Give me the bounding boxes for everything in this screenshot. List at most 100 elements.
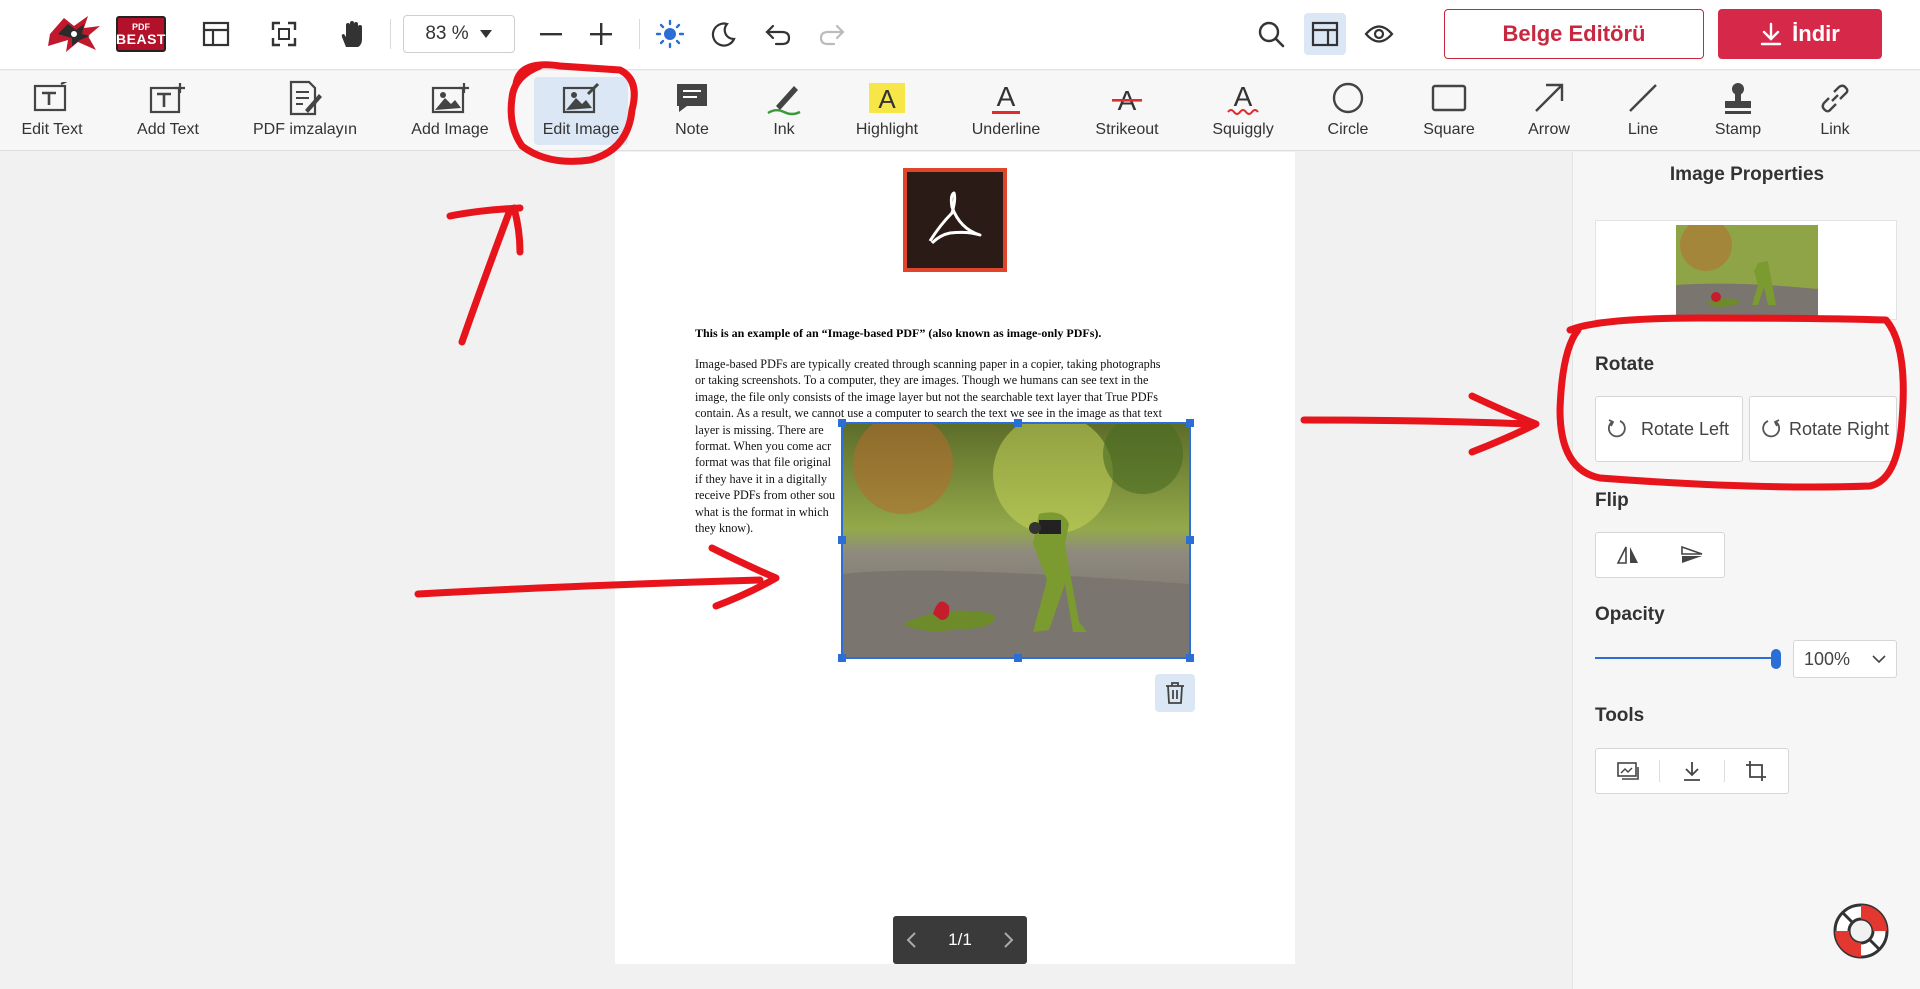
chevron-down-icon xyxy=(479,30,492,38)
tool-edit-text[interactable]: Edit Text xyxy=(16,77,88,145)
acrobat-logo-icon xyxy=(903,168,1007,272)
panel-layout-icon[interactable] xyxy=(1304,13,1346,55)
resize-handle[interactable] xyxy=(838,654,846,662)
rotate-right-button[interactable]: Rotate Right xyxy=(1749,396,1897,462)
tool-note[interactable]: Note xyxy=(668,77,716,145)
light-mode-icon[interactable] xyxy=(652,16,688,52)
tools-section-label: Tools xyxy=(1595,705,1645,726)
redo-icon[interactable] xyxy=(814,16,850,52)
tool-add-text[interactable]: Add Text xyxy=(128,77,208,145)
ink-icon xyxy=(766,77,802,119)
delete-image-button[interactable] xyxy=(1155,674,1195,712)
tool-label: Ink xyxy=(773,121,795,138)
tool-label: Highlight xyxy=(855,121,919,138)
zoom-in-icon[interactable] xyxy=(583,16,619,52)
highlight-icon: A xyxy=(867,77,907,119)
flip-button-group xyxy=(1595,532,1725,578)
tool-label: Note xyxy=(675,121,709,138)
tool-label: Link xyxy=(1820,121,1850,138)
page-indicator: 1/1 xyxy=(948,930,972,949)
divider xyxy=(390,19,391,49)
flip-vertical-icon xyxy=(1681,545,1703,563)
annotation-toolbar: Edit Text Add Text PDF imzalayın Add Ima… xyxy=(0,71,1920,151)
square-icon xyxy=(1431,77,1467,119)
download-button[interactable]: İndir xyxy=(1718,9,1882,59)
frog-photo-image xyxy=(843,414,1189,657)
page-navigator: 1/1 xyxy=(893,916,1027,964)
tool-label: Strikeout xyxy=(1095,121,1159,138)
crop-icon xyxy=(1746,761,1767,781)
selected-image[interactable] xyxy=(838,414,1194,662)
chevron-down-icon xyxy=(1872,655,1886,664)
tool-arrow[interactable]: Arrow xyxy=(1526,77,1572,145)
panel-title: Image Properties xyxy=(1669,164,1825,185)
rotate-left-label: Rotate Left xyxy=(1640,418,1730,439)
image-thumbnail xyxy=(1595,220,1897,320)
body-line: image, the file only consists of the ima… xyxy=(695,389,1159,404)
rotate-right-label: Rotate Right xyxy=(1788,418,1890,439)
eye-icon[interactable] xyxy=(1358,13,1400,55)
tool-squiggly[interactable]: A Squiggly xyxy=(1208,77,1278,145)
zoom-out-icon[interactable] xyxy=(533,16,569,52)
chevron-right-icon[interactable] xyxy=(1003,931,1015,949)
arrow-up-annotation xyxy=(446,204,524,346)
flip-horizontal-button[interactable] xyxy=(1596,533,1660,577)
tool-stamp[interactable]: Stamp xyxy=(1714,77,1762,145)
tool-line[interactable]: Line xyxy=(1624,77,1662,145)
tool-label: Edit Image xyxy=(542,121,620,138)
tool-square[interactable]: Square xyxy=(1420,77,1478,145)
tool-label: Add Image xyxy=(411,121,489,138)
layout-icon[interactable] xyxy=(198,16,234,52)
document-heading: This is an example of an “Image-based PD… xyxy=(695,326,1102,340)
resize-handle[interactable] xyxy=(838,419,846,427)
search-icon[interactable] xyxy=(1250,13,1292,55)
fullscreen-icon[interactable] xyxy=(266,16,302,52)
document-editor-button[interactable]: Belge Editörü xyxy=(1444,9,1704,59)
download-image-button[interactable] xyxy=(1660,749,1723,793)
pdf-page[interactable]: This is an example of an “Image-based PD… xyxy=(615,152,1295,964)
dark-mode-icon[interactable] xyxy=(706,16,742,52)
tool-underline[interactable]: A Underline xyxy=(970,77,1042,145)
resize-handle[interactable] xyxy=(1014,419,1022,427)
help-lifebuoy-icon[interactable] xyxy=(1830,900,1892,962)
add-image-icon xyxy=(431,77,469,119)
rotate-left-button[interactable]: Rotate Left xyxy=(1595,396,1743,462)
resize-handle[interactable] xyxy=(1186,654,1194,662)
resize-handle[interactable] xyxy=(1014,654,1022,662)
body-line: contain. As a result, we cannot use a co… xyxy=(695,406,1163,421)
tool-highlight[interactable]: A Highlight xyxy=(852,77,922,145)
flip-section-label: Flip xyxy=(1595,490,1629,511)
stamp-icon xyxy=(1721,77,1755,119)
flip-horizontal-icon xyxy=(1616,546,1638,564)
tool-label: Squiggly xyxy=(1212,121,1274,138)
circle-icon xyxy=(1331,77,1365,119)
tool-circle[interactable]: Circle xyxy=(1324,77,1372,145)
tool-strikeout[interactable]: A Strikeout xyxy=(1092,77,1162,145)
edit-text-icon xyxy=(33,77,71,119)
resize-handle[interactable] xyxy=(1186,419,1194,427)
tool-ink[interactable]: Ink xyxy=(760,77,808,145)
note-icon xyxy=(675,77,709,119)
undo-icon[interactable] xyxy=(760,16,796,52)
replace-image-button[interactable] xyxy=(1596,749,1659,793)
sign-pdf-icon xyxy=(287,77,323,119)
tool-link[interactable]: Link xyxy=(1816,77,1854,145)
opacity-slider-track[interactable] xyxy=(1595,657,1779,659)
zoom-select[interactable]: 83 % xyxy=(403,15,515,53)
tool-sign-pdf[interactable]: PDF imzalayın xyxy=(250,77,360,145)
zoom-value: 83 % xyxy=(425,23,469,44)
tool-edit-image[interactable]: Edit Image xyxy=(534,77,628,145)
opacity-select[interactable]: 100% xyxy=(1793,640,1897,678)
resize-handle[interactable] xyxy=(838,536,846,544)
line-icon xyxy=(1626,77,1660,119)
arrow-right-annotation-upper xyxy=(1300,392,1540,456)
hand-pan-icon[interactable] xyxy=(334,16,370,52)
chevron-left-icon[interactable] xyxy=(905,931,917,949)
tool-add-image[interactable]: Add Image xyxy=(408,77,492,145)
crop-image-button[interactable] xyxy=(1725,749,1788,793)
tool-label: Circle xyxy=(1327,121,1369,138)
resize-handle[interactable] xyxy=(1186,536,1194,544)
flip-vertical-button[interactable] xyxy=(1660,533,1724,577)
rotate-left-icon xyxy=(1607,419,1626,438)
opacity-slider-thumb[interactable] xyxy=(1771,649,1781,669)
